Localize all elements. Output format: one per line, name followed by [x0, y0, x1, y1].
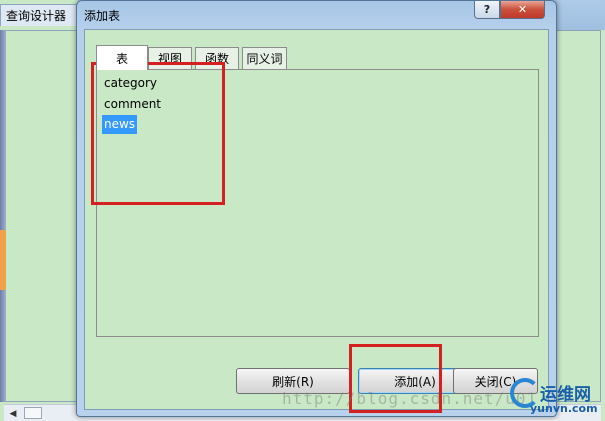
- tab-synonyms[interactable]: 同义词: [242, 47, 287, 69]
- tab-label: 表: [115, 51, 128, 66]
- refresh-button-label: 刷新(R): [272, 374, 314, 389]
- close-button[interactable]: 关闭(C): [453, 368, 538, 394]
- tab-label: 视图: [157, 52, 182, 66]
- left-edge-marker: [0, 230, 6, 290]
- query-designer-tab-label: 查询设计器: [6, 9, 67, 23]
- close-button-label: 关闭(C): [474, 374, 517, 389]
- table-list[interactable]: category comment news: [96, 69, 539, 337]
- dialog-title: 添加表: [84, 9, 121, 23]
- refresh-button[interactable]: 刷新(R): [236, 368, 350, 394]
- tab-label: 函数: [204, 52, 229, 66]
- question-mark-icon: ?: [483, 3, 491, 16]
- tab-views[interactable]: 视图: [148, 47, 192, 69]
- list-item-label: news: [104, 117, 136, 131]
- scrollbar-thumb[interactable]: [24, 407, 42, 419]
- list-item-category[interactable]: category: [102, 74, 159, 93]
- add-button-label: 添加(A): [394, 374, 436, 389]
- left-edge-strip: [0, 30, 6, 402]
- list-item-label: comment: [104, 97, 162, 111]
- help-button[interactable]: ?: [474, 1, 500, 19]
- tab-functions[interactable]: 函数: [195, 47, 239, 69]
- close-x-icon: ✕: [517, 3, 528, 16]
- list-item-comment[interactable]: comment: [102, 95, 163, 114]
- scroll-left-arrow-icon[interactable]: ◀: [6, 407, 20, 420]
- close-window-button[interactable]: ✕: [500, 1, 545, 19]
- tab-tables[interactable]: 表: [96, 45, 148, 70]
- dialog-client-area: 表 视图 函数 同义词 category comment news 刷新(R): [84, 29, 549, 410]
- list-item-label: category: [104, 76, 158, 90]
- tab-label: 同义词: [246, 52, 283, 66]
- query-designer-tab[interactable]: 查询设计器: [0, 4, 78, 26]
- list-item-news[interactable]: news: [102, 115, 138, 134]
- add-table-dialog: 添加表 ? ✕ 表 视图 函数 同义词 category comment new…: [76, 0, 557, 417]
